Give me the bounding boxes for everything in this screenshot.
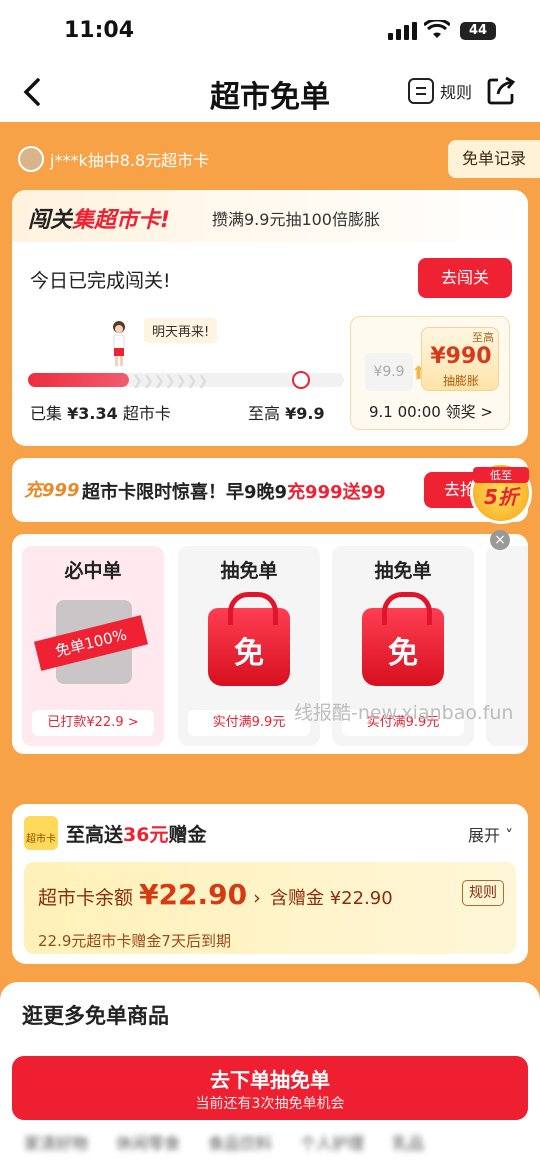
bonus-title-highlight: 36元: [123, 824, 169, 846]
expand-button[interactable]: 展开 ˅: [468, 822, 513, 846]
promo-text-main: 超市卡限时惊喜！早9晚9: [82, 482, 288, 503]
section-title: 逛更多免单商品: [22, 1004, 169, 1028]
cta-main: 去下单抽免单: [210, 1068, 330, 1092]
header-strip: [0, 122, 540, 132]
goal-marker: [292, 371, 310, 389]
red-bag-icon: 免: [362, 592, 444, 686]
bonus-rules-button[interactable]: 规则: [462, 880, 504, 906]
product-card[interactable]: 必中单 免单100% 已打款¥22.9 >: [22, 546, 164, 746]
runner-figure-icon: [113, 321, 125, 366]
promo-banner[interactable]: 充999 超市卡限时惊喜！早9晚9充999送99 去抢: [12, 458, 528, 522]
ticker-text: j***k抽中8.8元超市卡: [50, 151, 210, 170]
progress-fill: [28, 373, 129, 387]
battery-icon: 44: [460, 22, 496, 40]
prize-box[interactable]: ¥9.9 ⬆ 至高 ¥990 抽膨胀 9.1 00:00 领奖 >: [350, 316, 510, 430]
rules-label: 规则: [440, 83, 473, 102]
place-order-button[interactable]: 去下单抽免单 当前还有3次抽免单机会: [12, 1056, 528, 1120]
watermark: 线报酷-new.xianbao.fun: [294, 702, 514, 724]
discount-badge-main: 5折: [484, 485, 518, 509]
promo-text: 超市卡限时惊喜！早9晚9充999送99: [82, 478, 386, 504]
category-tab[interactable]: 食品饮料: [208, 1130, 272, 1154]
challenge-status: 今日已完成闯关!: [30, 270, 171, 292]
collected-amount: 已集 ¥3.34 超市卡: [30, 400, 171, 424]
avatar: [18, 146, 44, 172]
bonus-title-prefix: 至高送: [66, 824, 124, 846]
collected-unit: 超市卡: [122, 404, 171, 423]
collected-value: ¥3.34: [67, 404, 118, 423]
bag-text: 免: [388, 636, 418, 671]
bonus-card: 超市卡 至高送36元赠金 展开 ˅ 超市卡余额 ¥22.90 › 含赠金 ¥22…: [12, 804, 528, 964]
category-tab[interactable]: 乳品: [392, 1130, 424, 1154]
balance-panel: 超市卡余额 ¥22.90 › 含赠金 ¥22.90 规则 22.9元超市卡赠金7…: [24, 862, 516, 954]
category-tab[interactable]: 休闲零食: [116, 1130, 180, 1154]
prize-amount: ¥990: [430, 344, 492, 369]
product-image: 免: [356, 592, 450, 694]
discount-badge: 低至 5折: [470, 462, 532, 524]
product-image: 免单100%: [34, 594, 148, 694]
product-footer: 已打款¥22.9 >: [32, 710, 154, 736]
category-tabs: 家清好物 休闲零食 食品饮料 个人护理 乳品: [24, 1130, 534, 1154]
chevron-icon: ❯❯❯❯❯❯❯: [132, 374, 209, 389]
prize-date: 9.1 00:00 领奖 >: [369, 403, 493, 421]
bonus-title: 至高送36元赠金: [66, 820, 206, 847]
prize-big: 至高 ¥990 抽膨胀: [421, 327, 499, 391]
max-label: 至高: [248, 404, 281, 423]
rules-icon: [408, 78, 434, 104]
product-footer: 实付满9.9元: [188, 710, 310, 736]
challenge-card: 闯关集超市卡! 攒满9.9元抽100倍膨胀 今日已完成闯关! 去闯关 明天再来!…: [12, 190, 528, 446]
category-tab[interactable]: 家清好物: [24, 1130, 88, 1154]
collected-label: 已集: [30, 404, 63, 423]
gift-amount: 含赠金 ¥22.90: [270, 888, 393, 909]
challenge-title-prefix: 闯关: [28, 208, 73, 233]
max-amount: 至高 ¥9.9: [248, 400, 325, 424]
status-time: 11:04: [64, 18, 135, 43]
cta-sub: 当前还有3次抽免单机会: [195, 1096, 345, 1112]
winner-ticker: j***k抽中8.8元超市卡: [18, 146, 209, 172]
go-challenge-button[interactable]: 去闯关: [418, 258, 512, 298]
rules-button[interactable]: 规则: [408, 76, 472, 106]
promo-text-highlight: 充999送99: [287, 482, 386, 503]
prize-label: 抽膨胀: [442, 374, 479, 388]
product-title: 必中单: [64, 560, 122, 582]
product-title: 抽免单: [374, 560, 432, 582]
cellular-signal-icon: [388, 22, 417, 40]
product-title: 抽免单: [220, 560, 278, 582]
supermarket-card-icon: 超市卡: [24, 816, 58, 850]
discount-badge-top: 低至: [473, 467, 529, 483]
challenge-title-highlight: 集超市卡!: [72, 208, 171, 233]
challenge-subtitle: 攒满9.9元抽100倍膨胀: [212, 210, 380, 229]
share-icon[interactable]: [486, 76, 516, 106]
balance-value: ¥22.90: [139, 878, 248, 911]
close-icon[interactable]: ×: [490, 530, 510, 550]
product-image: 免: [202, 592, 296, 694]
expiry-note: 22.9元超市卡赠金7天后到期: [38, 932, 231, 950]
free-order-record-button[interactable]: 免单记录: [448, 140, 540, 178]
balance-label: 超市卡余额: [38, 887, 134, 909]
category-tab[interactable]: 个人护理: [300, 1130, 364, 1154]
balance: 超市卡余额 ¥22.90 ›: [38, 878, 261, 911]
red-bag-icon: 免: [208, 592, 290, 686]
nav-bar: 超市免单 规则: [0, 62, 540, 122]
tip-bubble: 明天再来!: [144, 318, 218, 343]
challenge-title: 闯关集超市卡!: [28, 202, 170, 234]
promo-tag: 充999: [24, 480, 80, 501]
status-bar: 11:04 44: [0, 0, 540, 62]
prize-small: ¥9.9: [365, 353, 413, 391]
wifi-icon: [424, 20, 450, 38]
bag-text: 免: [234, 636, 264, 671]
bonus-title-suffix: 赠金: [168, 824, 207, 846]
max-value: ¥9.9: [285, 404, 325, 423]
